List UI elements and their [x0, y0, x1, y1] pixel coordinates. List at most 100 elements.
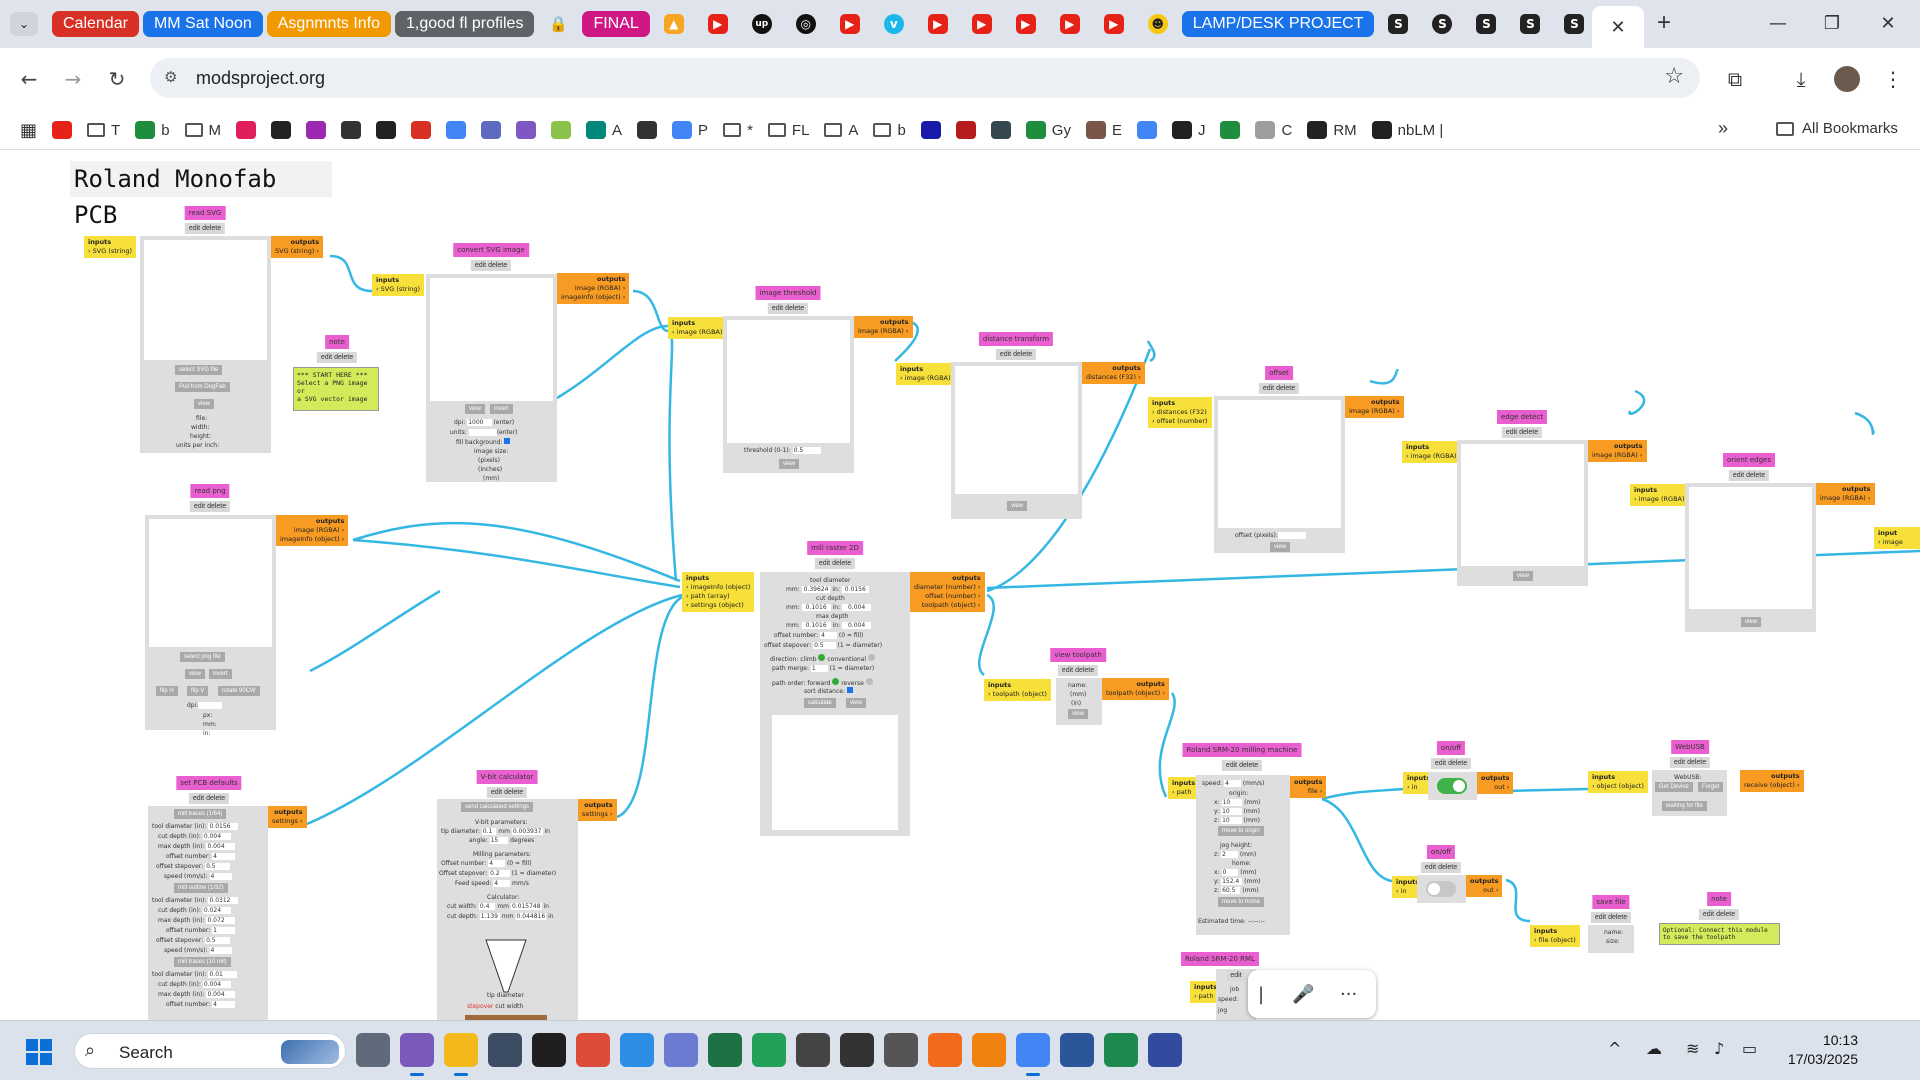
calculator-icon[interactable] — [488, 1033, 522, 1067]
module-edit-delete[interactable]: edit delete — [1221, 760, 1263, 771]
module-inputs[interactable]: inputs › image (RGBA) — [668, 317, 727, 339]
bookmark-star-icon[interactable]: ☆ — [1664, 64, 1684, 89]
microphone-icon[interactable]: 🎤 — [1292, 984, 1314, 1005]
view-button[interactable]: view — [194, 399, 215, 409]
module-outputs[interactable]: outputs file › — [1290, 776, 1327, 798]
view-button[interactable]: view — [779, 459, 800, 469]
tab-image[interactable]: ▲ — [654, 8, 694, 40]
rotate-button[interactable]: rotate 90CW — [218, 686, 260, 696]
module-inputs[interactable]: inputs › file (object) — [1530, 925, 1580, 947]
browser-icon[interactable] — [400, 1033, 434, 1076]
module-outputs[interactable]: outputs settings › — [578, 799, 617, 821]
module-title-note[interactable]: note — [1707, 892, 1731, 906]
module-edit-delete[interactable]: edit delete — [1728, 470, 1770, 481]
restore-button[interactable]: ❐ — [1810, 10, 1854, 38]
module-inputs[interactable]: inputs › object (object) — [1588, 771, 1648, 793]
module-outputs[interactable]: outputs settings › — [268, 806, 307, 828]
drag-handle-icon[interactable]: | — [1258, 984, 1264, 1005]
module-edit-delete[interactable]: edit delete — [1420, 862, 1462, 873]
tab-group-lamp-desk-project[interactable]: LAMP/DESK PROJECT — [1181, 11, 1375, 37]
tab-group-final[interactable]: FINAL — [582, 11, 650, 37]
file-explorer-icon[interactable] — [444, 1033, 478, 1076]
forget-button[interactable]: Forget — [1698, 782, 1724, 792]
module-title-image-threshold[interactable]: image threshold — [755, 286, 821, 300]
bookmark-item[interactable] — [551, 121, 572, 139]
volume-icon[interactable]: ♪ — [1714, 1039, 1724, 1058]
tab-youtube[interactable]: ▶ — [830, 8, 870, 40]
bookmark-item[interactable] — [236, 121, 257, 139]
module-edit-delete[interactable]: edit delete — [1590, 912, 1632, 923]
module-edit-delete[interactable]: edit delete — [814, 558, 856, 569]
word-icon[interactable] — [1060, 1033, 1094, 1067]
more-options-icon[interactable]: ··· — [1340, 984, 1357, 1005]
profile-avatar[interactable] — [1834, 66, 1860, 92]
task-view-icon[interactable] — [356, 1033, 390, 1067]
bookmark-item[interactable]: FL — [767, 122, 809, 139]
windows-start-icon[interactable] — [26, 1039, 52, 1065]
move-to-home-button[interactable]: move to home — [1218, 897, 1265, 907]
get-device-button[interactable]: Get Device — [1655, 782, 1693, 792]
all-bookmarks-button[interactable]: All Bookmarks — [1776, 120, 1898, 137]
tab-youtube[interactable]: ▶ — [1094, 8, 1134, 40]
module-edit-delete[interactable]: edit delete — [188, 793, 230, 804]
tab-youtube[interactable]: ▶ — [1050, 8, 1090, 40]
select-svg-button[interactable]: select SVG file — [175, 365, 223, 375]
tab-lock[interactable]: 🔒 — [538, 8, 578, 40]
module-inputs[interactable]: inputs › path — [1168, 777, 1200, 799]
radio-climb-icon[interactable] — [818, 654, 826, 661]
tab-group-good-fl-profiles[interactable]: 1,good fl profiles — [395, 11, 535, 37]
module-edit-delete[interactable]: edit delete — [1258, 383, 1300, 394]
bookmark-item[interactable]: P — [672, 121, 708, 139]
tab-group-mm-sat-noon[interactable]: MM Sat Noon — [142, 11, 263, 37]
tab-upwork[interactable]: up — [742, 8, 782, 40]
site-info-icon[interactable]: ⚙ — [164, 68, 177, 86]
module-edit-delete[interactable]: edit delete — [189, 501, 231, 512]
chrome-icon[interactable] — [576, 1033, 610, 1067]
close-tab-icon[interactable]: ✕ — [1610, 17, 1625, 38]
notepad-icon[interactable] — [620, 1033, 654, 1067]
tab-search-icon[interactable]: ⌄ — [10, 12, 38, 36]
module-title-distance-transform[interactable]: distance transform — [978, 332, 1054, 346]
tab-youtube[interactable]: ▶ — [698, 8, 738, 40]
module-inputs[interactable]: inputs › SVG (string) — [84, 236, 137, 258]
tab-s[interactable]: S — [1510, 8, 1550, 40]
module-outputs[interactable]: outputs image (RGBA) › imageInfo (object) … — [557, 273, 630, 304]
more-bookmarks-icon[interactable]: » — [1718, 118, 1728, 139]
module-outputs[interactable]: outputs image (RGBA) › — [1588, 440, 1647, 462]
bookmark-item[interactable]: T — [87, 122, 120, 139]
module-edit-delete[interactable]: edit delete — [995, 349, 1037, 360]
apps-grid-icon[interactable]: ▦ — [20, 120, 37, 141]
view-button[interactable]: view — [1741, 617, 1762, 627]
module-inputs[interactable]: inputs › image (RGBA) — [1630, 484, 1689, 506]
move-to-origin-button[interactable]: move to origin — [1218, 826, 1264, 836]
module-outputs[interactable]: outputs SVG (string) › — [271, 236, 324, 258]
module-edit-delete[interactable]: edit delete — [486, 787, 528, 798]
module-title-set-pcb-defaults[interactable]: set PCB defaults — [176, 776, 242, 790]
module-inputs[interactable]: inputs › image (RGBA) — [1402, 441, 1461, 463]
module-title-note[interactable]: note — [325, 335, 349, 349]
tab-youtube[interactable]: ▶ — [918, 8, 958, 40]
bookmark-item[interactable]: A — [824, 122, 858, 139]
module-title-save-file[interactable]: save file — [1592, 895, 1630, 909]
module-outputs[interactable]: outputs image (RGBA) › imageInfo (object) … — [276, 515, 349, 546]
bookmark-item[interactable] — [376, 121, 397, 139]
bookmark-item[interactable]: C — [1255, 121, 1292, 139]
module-inputs[interactable]: inputs › distances (F32) › offset (number) — [1148, 397, 1212, 428]
new-tab-button[interactable]: + — [1650, 10, 1678, 38]
invert-button[interactable]: invert — [209, 669, 232, 679]
waiting-for-file-button[interactable]: waiting for file — [1662, 801, 1707, 811]
pull-dogfab-button[interactable]: Pull from DogFab — [175, 382, 230, 392]
toggle-switch-on[interactable] — [1437, 778, 1467, 794]
module-title-convert-svg[interactable]: convert SVG image — [453, 243, 529, 257]
bookmark-item[interactable]: RM — [1307, 121, 1357, 139]
module-title-roland-srm20-rml[interactable]: Roland SRM-20 RML — [1181, 952, 1259, 966]
module-outputs[interactable]: outputs image (RGBA) › — [854, 316, 913, 338]
module-edit-delete[interactable]: edit delete — [1501, 427, 1543, 438]
bookmark-item[interactable] — [411, 121, 432, 139]
module-outputs[interactable]: outputs diameter (number) › offset (number… — [910, 572, 985, 612]
module-edit-delete[interactable]: edit delete — [1430, 758, 1472, 769]
flip-h-button[interactable]: flip H — [156, 686, 178, 696]
battery-icon[interactable]: ▭ — [1742, 1039, 1757, 1058]
radio-forward-icon[interactable] — [832, 678, 840, 685]
bookmark-item[interactable] — [637, 121, 658, 139]
